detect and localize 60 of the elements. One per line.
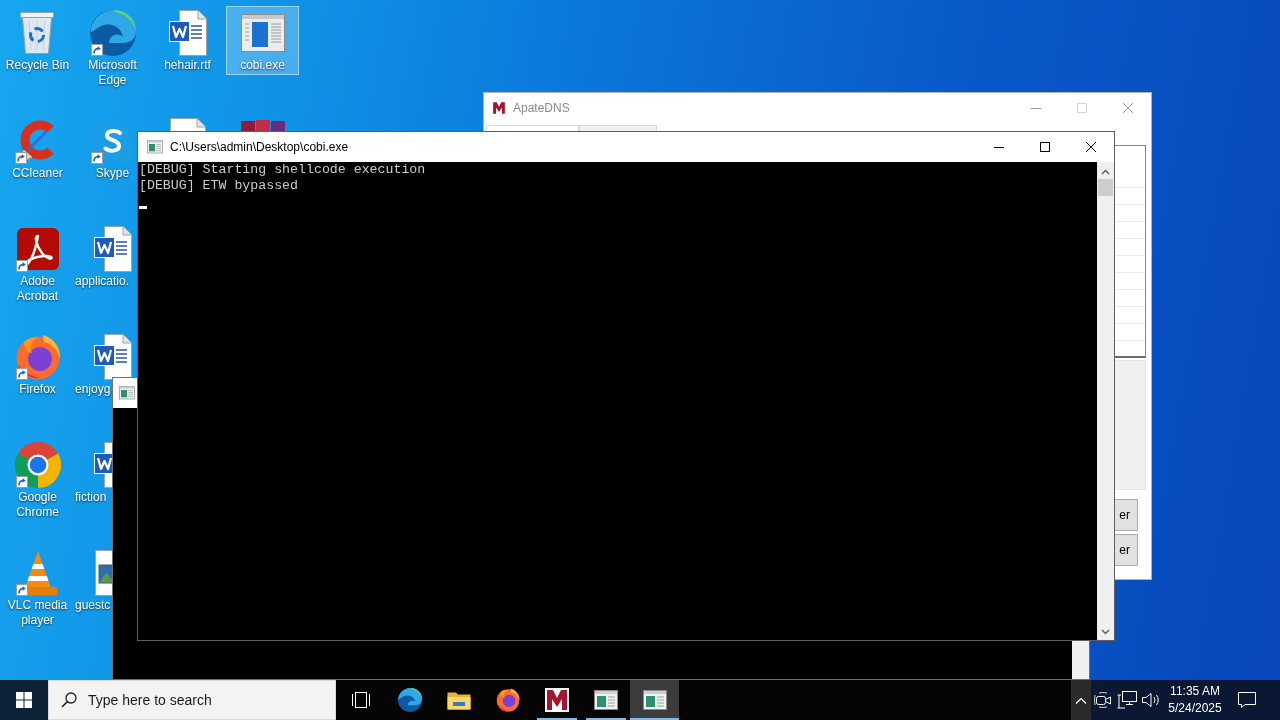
desktop-icon[interactable]: CCleaner: [11, 114, 64, 183]
desktop-icon[interactable]: Adobe Acrobat: [1, 222, 74, 306]
network-icon: [1117, 691, 1137, 709]
m-logo-icon: [544, 688, 569, 712]
desktop-icon-label[interactable]: applicatio.: [75, 274, 130, 289]
close-icon: [1123, 103, 1133, 113]
desktop-icon[interactable]: cobi.exe: [226, 6, 299, 75]
application-window-icon: [240, 14, 285, 52]
close-icon: [1086, 142, 1096, 152]
console-window-icon: [593, 690, 618, 710]
desktop-icon[interactable]: hehair.rtf: [162, 6, 213, 75]
scrollbar[interactable]: [1097, 162, 1114, 640]
word-document-icon: [168, 10, 207, 56]
console-line: [DEBUG] ETW bypassed: [139, 178, 299, 194]
acrobat-icon: [16, 228, 59, 270]
desktop-icon[interactable]: Recycle Bin: [4, 6, 71, 75]
firefox-icon: [14, 334, 61, 380]
console-window-icon: [642, 690, 667, 710]
firefox-icon: [495, 688, 520, 712]
console-window-icon: [147, 140, 163, 154]
scrollbar[interactable]: [1072, 641, 1089, 679]
chrome-icon: [14, 442, 61, 488]
window-title: C:\Users\admin\Desktop\cobi.exe: [170, 140, 349, 154]
m-logo-icon: [492, 101, 506, 115]
desktop-icon-label[interactable]: guestc: [75, 598, 111, 613]
window-title: ApateDNS: [513, 101, 570, 115]
search-icon: [61, 692, 77, 708]
show-hidden-icons-button[interactable]: [1071, 680, 1091, 720]
scroll-up-icon[interactable]: [1101, 169, 1110, 175]
skype-icon: [90, 119, 135, 163]
minimize-icon: [1031, 107, 1041, 109]
desktop-icon-label[interactable]: enjoyg: [75, 382, 111, 397]
desktop-icon[interactable]: Firefox: [12, 330, 63, 399]
desktop-icon[interactable]: Skype: [87, 114, 138, 183]
desktop-icon[interactable]: Google Chrome: [1, 438, 74, 522]
minimize-icon: [994, 146, 1004, 148]
maximize-icon: [1040, 142, 1050, 152]
desktop-icon-label[interactable]: fiction: [75, 490, 107, 505]
camera-icon: [1094, 692, 1112, 708]
task-view-icon: [350, 691, 371, 709]
search-field[interactable]: Type here to search: [88, 692, 268, 708]
search-box[interactable]: Type here to search: [48, 680, 336, 720]
scroll-down-icon[interactable]: [1101, 629, 1110, 635]
word-document-icon: [93, 226, 132, 272]
edge-icon: [89, 10, 136, 56]
desktop-icon[interactable]: Microsoft Edge: [76, 6, 149, 90]
speaker-icon: [1141, 692, 1161, 708]
console-line: [DEBUG] Starting shellcode execution: [139, 162, 426, 178]
taskbar-app-button[interactable]: [630, 680, 679, 720]
windows-logo-icon: [16, 692, 32, 708]
speech-bubble-icon: [1237, 691, 1257, 709]
chevron-up-icon: [1075, 696, 1087, 704]
console-window-icon: [119, 386, 135, 400]
clock[interactable]: 11:35 AM 5/24/2025: [1163, 680, 1227, 720]
edge-icon: [397, 688, 422, 712]
folder-icon: [446, 690, 471, 710]
scrollbar-thumb[interactable]: [1098, 179, 1113, 196]
recycle-bin-icon: [20, 12, 55, 54]
maximize-icon: [1077, 103, 1087, 113]
desktop-icon[interactable]: VLC media player: [1, 546, 74, 630]
